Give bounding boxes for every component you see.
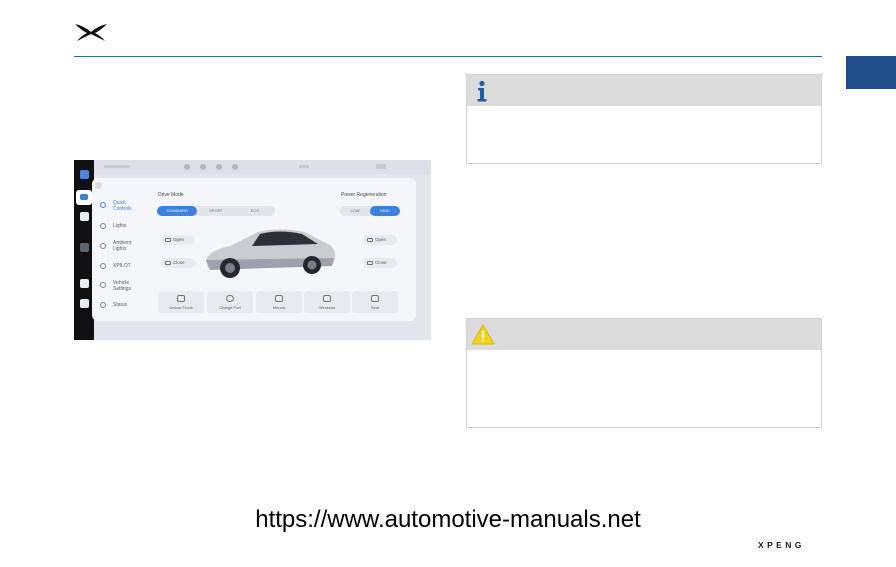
- car-image: [206, 229, 336, 278]
- car-icon: [76, 190, 92, 205]
- ambient-light-icon: [100, 243, 106, 249]
- music-icon: [80, 279, 89, 288]
- status-icon: [100, 302, 106, 308]
- brand-wordmark: XPENG: [758, 540, 805, 550]
- menu-item-vehicle-settings: Vehicle Settings: [113, 280, 132, 292]
- info-icon: [477, 80, 487, 102]
- info-notice-header: [467, 75, 821, 106]
- fan-icon: [80, 243, 89, 252]
- xpeng-logo-icon: [75, 24, 107, 41]
- tile-charge-port: Charge Port: [207, 291, 253, 313]
- camera-icon: [80, 212, 89, 221]
- warning-notice-header: [467, 319, 821, 350]
- power-regeneration-label: Power Regeneration: [341, 192, 387, 198]
- chapter-tab: [846, 56, 896, 89]
- figure-status-bar: [94, 160, 431, 174]
- star-icon: [100, 202, 106, 208]
- warning-notice: [466, 318, 822, 428]
- regen-low: LOW: [350, 208, 360, 213]
- drive-mode-selector: STANDARD SPORT ECO: [157, 206, 275, 216]
- charge-port-icon: [226, 295, 234, 302]
- menu-item-status: Status: [113, 302, 128, 308]
- headlight-icon: [100, 223, 106, 229]
- frunk-close-button: Close: [161, 258, 195, 268]
- menu-item-lights: Lights: [113, 223, 127, 229]
- frunk-open-button: Open: [161, 235, 195, 245]
- trunk-icon: [177, 295, 185, 302]
- phone-icon: [80, 299, 89, 308]
- menu-item-quick-controls: Quick Controls: [113, 200, 132, 212]
- info-notice: [466, 74, 822, 164]
- power-regeneration-selector: LOW HIGH: [340, 206, 400, 216]
- drive-mode-standard: STANDARD: [157, 206, 197, 216]
- mirror-icon: [275, 295, 283, 302]
- tile-windows: Windows: [304, 291, 350, 313]
- close-icon: [95, 182, 102, 189]
- figure-nav-rail: [74, 160, 94, 340]
- trunk-open-button: Open: [363, 235, 397, 245]
- tile-seat: Seat: [352, 291, 398, 313]
- warning-triangle-icon: [471, 324, 495, 345]
- menu-item-ambient-lights: Ambient Lights: [113, 240, 132, 252]
- drive-mode-label: Drive Mode: [158, 192, 184, 198]
- tile-mirrors: Mirrors: [256, 291, 302, 313]
- drive-mode-eco: ECO: [250, 208, 260, 213]
- grid-icon: [80, 170, 89, 179]
- drive-mode-sport: SPORT: [209, 208, 223, 213]
- regen-high: HIGH: [370, 206, 400, 216]
- source-url: https://www.automotive-manuals.net: [255, 506, 641, 533]
- seat-icon: [371, 295, 379, 302]
- steering-icon: [100, 263, 106, 269]
- tile-unlock-trunk: Unlock Trunk: [158, 291, 204, 313]
- menu-item-xpilot: XPILOT: [113, 263, 131, 269]
- window-icon: [323, 295, 331, 302]
- trunk-close-button: Close: [363, 258, 397, 268]
- settings-icon: [100, 282, 106, 288]
- header-divider: [74, 56, 822, 57]
